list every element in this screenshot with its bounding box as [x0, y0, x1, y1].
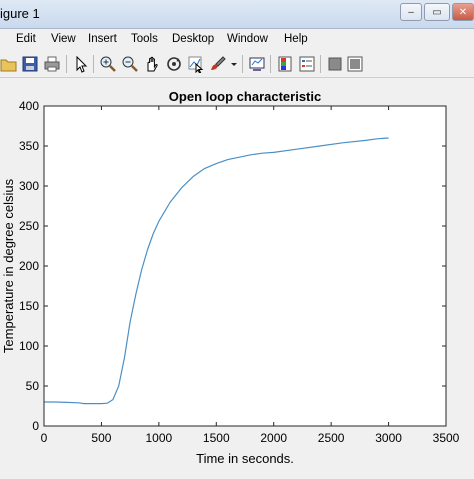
x-tick-label: 3000: [375, 431, 402, 445]
save-icon[interactable]: [21, 55, 39, 73]
menu-window[interactable]: Window: [227, 33, 268, 45]
minimize-button[interactable]: –: [400, 3, 422, 21]
menu-insert[interactable]: Insert: [88, 33, 117, 45]
menu-desktop[interactable]: Desktop: [172, 33, 214, 45]
zoom-out-icon[interactable]: [121, 55, 139, 73]
x-tick-label: 3500: [433, 431, 460, 445]
menu-tools[interactable]: Tools: [131, 33, 158, 45]
chart: 0 500 1000 1500 2000 2500 3000 3500 0 50 100 150 200…: [1, 89, 460, 466]
x-tick-label: 500: [91, 431, 111, 445]
restore-button[interactable]: ▭: [424, 3, 450, 21]
y-tick-label: 150: [19, 299, 39, 313]
menu-bar: Edit View Insert Tools Desktop Window He…: [0, 30, 474, 50]
chart-title: Open loop characteristic: [169, 89, 321, 104]
close-button[interactable]: ✕: [452, 3, 474, 21]
toolbar-separator: [242, 55, 243, 73]
y-axis-label: Temperature in degree celsius: [1, 178, 16, 353]
menu-view[interactable]: View: [51, 33, 76, 45]
chevron-down-icon[interactable]: [229, 55, 239, 73]
y-tick-label: 200: [19, 259, 39, 273]
y-tick-label: 50: [26, 379, 40, 393]
x-tick-label: 2000: [260, 431, 287, 445]
x-axis-label: Time in seconds.: [196, 451, 294, 466]
x-tick-label: 0: [41, 431, 48, 445]
toolbar-separator: [93, 55, 94, 73]
axes-area[interactable]: [44, 106, 446, 426]
x-tick-label: 1000: [146, 431, 173, 445]
rotate-icon[interactable]: [165, 55, 183, 73]
figure-canvas: 0 500 1000 1500 2000 2500 3000 3500 0 50 100 150 200…: [0, 78, 474, 474]
figure-toolbar: [0, 51, 474, 78]
y-tick-label: 400: [19, 99, 39, 113]
toolbar-separator: [66, 55, 67, 73]
x-tick-label: 1500: [203, 431, 230, 445]
print-icon[interactable]: [43, 55, 61, 73]
y-tick-label: 350: [19, 139, 39, 153]
toolbar-separator: [270, 55, 271, 73]
link-icon[interactable]: [248, 55, 266, 73]
window-titlebar: igure 1 – ▭ ✕: [0, 0, 474, 29]
show-tools-icon[interactable]: [346, 55, 364, 73]
y-tick-label: 0: [32, 419, 39, 433]
hide-tools-icon[interactable]: [326, 55, 344, 73]
window-title: igure 1: [0, 6, 40, 21]
legend-icon[interactable]: [298, 55, 316, 73]
brush-icon[interactable]: [209, 55, 227, 73]
open-icon[interactable]: [0, 55, 18, 73]
y-tick-label: 300: [19, 179, 39, 193]
menu-help[interactable]: Help: [284, 33, 308, 45]
y-tick-label: 250: [19, 219, 39, 233]
toolbar-separator: [320, 55, 321, 73]
colorbar-icon[interactable]: [276, 55, 294, 73]
pointer-icon[interactable]: [72, 55, 90, 73]
x-tick-label: 2500: [318, 431, 345, 445]
data-cursor-icon[interactable]: [187, 55, 205, 73]
menu-edit[interactable]: Edit: [16, 33, 36, 45]
y-tick-label: 100: [19, 339, 39, 353]
pan-icon[interactable]: [143, 55, 161, 73]
zoom-in-icon[interactable]: [99, 55, 117, 73]
